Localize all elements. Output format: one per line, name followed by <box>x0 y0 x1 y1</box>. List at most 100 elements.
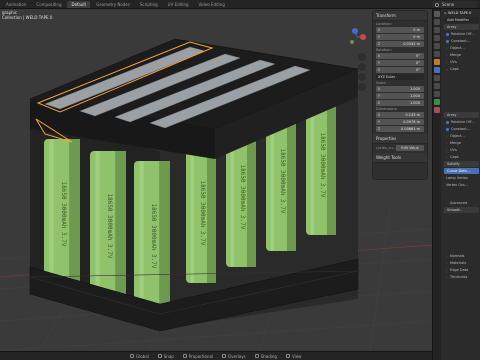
object-offset-toggle[interactable]: › Object... <box>444 45 479 51</box>
physics-tab-icon[interactable] <box>434 83 440 89</box>
overlays-toggle[interactable]: Overlays <box>222 354 246 359</box>
location-y-field[interactable]: Y0 m <box>376 34 424 40</box>
uvs-2-section[interactable]: › UVs <box>444 147 479 153</box>
checkbox-icon <box>446 127 449 131</box>
data-tab-icon[interactable] <box>434 99 440 105</box>
weight-tools-header[interactable]: Weight Tools <box>373 153 427 163</box>
properties-header[interactable]: Properties <box>373 134 427 144</box>
scene-selector[interactable]: Scene <box>432 1 478 8</box>
magnet-icon <box>157 354 162 358</box>
constraints-tab-icon[interactable] <box>434 91 440 97</box>
orientation-icon <box>130 354 134 358</box>
tab-scripting[interactable]: Scripting <box>136 1 162 8</box>
snap-toggle[interactable]: Snap <box>157 354 174 359</box>
constant-offset-toggle[interactable]: Constant... <box>444 38 479 44</box>
chevron-right-icon: › <box>446 148 448 152</box>
transform-panel: Transform Location: X0 m Y0 m Z 0.0342 m … <box>372 10 428 180</box>
zoom-icon[interactable] <box>358 53 366 61</box>
caps-section[interactable]: ⌄ Caps <box>444 66 479 72</box>
vertex-group-field[interactable]: Vertex Gro... <box>444 182 479 188</box>
merge-2-toggle[interactable]: › Merge <box>444 140 479 146</box>
edge-data-section[interactable]: › Edge Data <box>444 267 479 273</box>
3d-viewport[interactable]: 18650 3000mAh 3.7V 18650 3000mAh 3.7V 1865… <box>0 9 432 351</box>
chevron-right-icon: › <box>446 275 448 279</box>
grid-icon[interactable] <box>358 83 366 91</box>
chevron-right-icon: › <box>446 60 448 64</box>
battery-cell-label: 18650 3000mAh 3.7V <box>239 164 246 229</box>
normals-section[interactable]: › Normals <box>444 253 479 259</box>
tool-tab-icon[interactable] <box>434 11 440 17</box>
caps-2-section[interactable]: › Caps <box>444 154 479 160</box>
transform-header[interactable]: Transform <box>373 11 427 21</box>
battery-cell-highlight <box>190 143 195 283</box>
view-layer-tab-icon[interactable] <box>434 35 440 41</box>
add-modifier-button[interactable]: Add Modifier <box>444 17 479 23</box>
battery-cell-label: 18650 3000mAh 3.7V <box>319 132 326 197</box>
chevron-right-icon: › <box>446 261 448 265</box>
tab-video-editing[interactable]: Video Editing <box>195 1 229 8</box>
relative-offset-toggle[interactable]: Relative Off... <box>444 31 479 37</box>
scale-y-field[interactable]: Y 1.000 <box>376 93 424 99</box>
proportional-toggle[interactable]: Proportional <box>182 354 213 359</box>
array-modifier-header[interactable]: Array <box>444 24 479 30</box>
scene-label: Scene <box>442 2 455 7</box>
tab-compositing[interactable]: Compositing <box>32 1 65 8</box>
battery-pack[interactable]: 18650 3000mAh 3.7V 18650 3000mAh 3.7V 1865… <box>28 38 360 332</box>
rotation-x-field[interactable]: X 0° <box>376 53 424 59</box>
battery-cell-shade <box>115 151 126 301</box>
modifier-tab-icon[interactable] <box>434 67 440 73</box>
chevron-down-icon: ⌄ <box>446 67 449 71</box>
custom-property-name: cycles_cu... <box>376 146 397 150</box>
curve-deform-modifier-header[interactable]: Curve Defo... <box>444 168 479 174</box>
thickness-section[interactable]: › Thickness <box>444 274 479 280</box>
material-tab-icon[interactable] <box>434 107 440 113</box>
rotation-y-field[interactable]: Y 0° <box>376 60 424 66</box>
advanced-section[interactable]: › Advanced <box>444 200 479 206</box>
tab-geometry-nodes[interactable]: Geometry Nodes <box>92 1 134 8</box>
pan-icon[interactable] <box>358 63 366 71</box>
particles-tab-icon[interactable] <box>434 75 440 81</box>
viewport-object-label: Collection | WELD TAPE.0 <box>2 15 53 20</box>
lamp-vertex-field[interactable]: Lamp Vertex <box>444 175 479 181</box>
dimensions-y-field[interactable]: Y 0.0976 m <box>376 119 424 125</box>
edit-value-button[interactable]: Edit Value <box>396 145 424 151</box>
gizmo-y-axis[interactable] <box>350 40 354 44</box>
battery-cell: 18650 3000mAh 3.7V <box>44 139 80 289</box>
solidify-modifier-header[interactable]: Solidify <box>444 161 479 167</box>
relative-offset-2-toggle[interactable]: Relative Off... <box>444 119 479 125</box>
tab-uv-editing[interactable]: UV Editing <box>164 1 193 8</box>
properties-tabs <box>433 9 441 360</box>
battery-cell-shade <box>287 111 296 251</box>
battery-cell-highlight <box>95 151 100 301</box>
tab-default[interactable]: Default <box>67 1 91 8</box>
rotation-z-field[interactable]: Z 0° <box>376 67 424 73</box>
scene-tab-icon[interactable] <box>434 43 440 49</box>
object-name-header: ▪ WELD TAPE.0 <box>444 10 472 15</box>
view-icon <box>285 354 290 358</box>
shading-toggle[interactable]: Shading <box>254 354 277 359</box>
uvs-section[interactable]: › UVs <box>444 59 479 65</box>
view-menu[interactable]: View <box>285 354 301 359</box>
constant-offset-2-toggle[interactable]: Constant... <box>444 126 479 132</box>
world-tab-icon[interactable] <box>434 51 440 57</box>
scale-x-field[interactable]: X 1.000 <box>376 86 424 92</box>
output-tab-icon[interactable] <box>434 27 440 33</box>
dimensions-x-field[interactable]: X 0.143 m <box>376 112 424 118</box>
location-label: Location: <box>376 22 392 26</box>
navigation-gizmo[interactable] <box>350 28 366 44</box>
dimensions-z-field[interactable]: Z 0.00661 m <box>376 126 424 132</box>
location-x-field[interactable]: X0 m <box>376 27 424 33</box>
tab-animation[interactable]: Animation <box>2 1 30 8</box>
array-modifier-2-header[interactable]: Array <box>444 112 479 118</box>
viewport-canvas[interactable]: 18650 3000mAh 3.7V 18650 3000mAh 3.7V 1865… <box>0 9 432 351</box>
smooth-modifier-header[interactable]: Smooth <box>444 207 479 213</box>
checkbox-icon <box>446 32 449 36</box>
merge-toggle[interactable]: › Merge <box>444 52 479 58</box>
properties-editor: ▪ WELD TAPE.0 Add Modifier Array Relative… <box>432 9 480 360</box>
render-tab-icon[interactable] <box>434 19 440 25</box>
transform-orientation-select[interactable]: Global <box>130 354 149 359</box>
camera-icon[interactable] <box>358 73 366 81</box>
object-offset-2-toggle[interactable]: › Object... <box>444 133 479 139</box>
materials-section[interactable]: › Materials <box>444 260 479 266</box>
object-tab-icon[interactable] <box>434 59 440 65</box>
